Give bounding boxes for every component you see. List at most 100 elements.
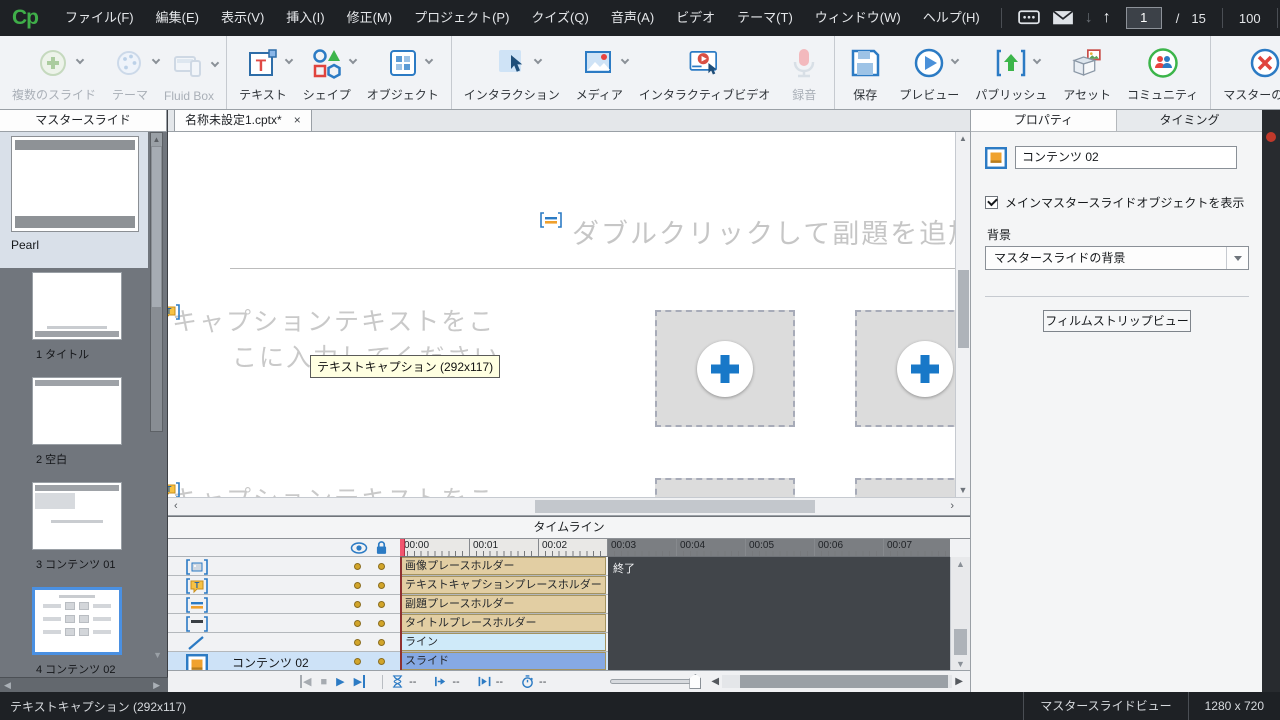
menu-item[interactable]: 挿入(I)	[275, 0, 335, 36]
tab-timing[interactable]: タイミング	[1116, 110, 1262, 131]
scroll-left-icon[interactable]: ‹	[174, 500, 178, 512]
lock-dot[interactable]	[378, 563, 385, 570]
mail-icon[interactable]	[1052, 9, 1074, 27]
publish-button[interactable]: パブリッシュ	[967, 36, 1055, 109]
chevron-down-icon[interactable]	[1033, 56, 1041, 64]
scroll-left-icon[interactable]: ◀	[4, 680, 11, 691]
menu-item[interactable]: プロジェクト(P)	[403, 0, 520, 36]
scrollbar-thumb[interactable]	[958, 270, 969, 348]
timeline-title[interactable]: タイムライン	[168, 517, 970, 539]
lock-dot[interactable]	[378, 582, 385, 589]
lock-dot[interactable]	[378, 639, 385, 646]
subtitle-placeholder[interactable]: ダブルクリックして副題を追加	[540, 212, 955, 251]
scroll-right-icon[interactable]: ▶	[153, 680, 160, 691]
scroll-up-icon[interactable]: ▲	[956, 132, 970, 146]
visibility-dot[interactable]	[354, 620, 361, 627]
visibility-eye-icon[interactable]	[350, 542, 368, 554]
slide-canvas[interactable]: ダブルクリックして副題を追加 T キャプションテキストをこ こに入力してください…	[168, 132, 955, 497]
visibility-dot[interactable]	[354, 601, 361, 608]
preview-button[interactable]: プレビュー	[891, 36, 967, 109]
visibility-dot[interactable]	[354, 582, 361, 589]
image-placeholder-box[interactable]	[655, 310, 795, 427]
upload-arrow-icon[interactable]: ↑	[1103, 9, 1111, 27]
menu-item[interactable]: 表示(V)	[210, 0, 275, 36]
timeline-vscrollbar[interactable]: ▲ ▼	[950, 557, 970, 671]
slide-thumbnail[interactable]	[32, 377, 122, 445]
exit-master-button[interactable]: マスターの終了	[1215, 36, 1280, 109]
menu-item[interactable]: テーマ(T)	[726, 0, 804, 36]
show-main-objects-row[interactable]: メインマスタースライドオブジェクトを表示	[985, 194, 1244, 211]
chevron-down-icon[interactable]	[348, 56, 356, 64]
background-dropdown[interactable]: マスタースライドの背景	[985, 246, 1249, 270]
caption-placeholder-partial[interactable]: T キャプションテキストをこ	[172, 480, 495, 497]
slide-thumbnail[interactable]	[32, 482, 122, 550]
menu-item[interactable]: 修正(M)	[336, 0, 404, 36]
download-arrow-icon[interactable]: ↓	[1085, 9, 1093, 27]
chevron-down-icon[interactable]	[533, 56, 541, 64]
timeline-object-bar[interactable]: スライド	[400, 652, 606, 670]
scroll-right-icon[interactable]: ›	[950, 500, 954, 512]
chevron-down-icon[interactable]	[424, 56, 432, 64]
play-range-counter[interactable]: --	[478, 675, 503, 688]
timeline-object-bar[interactable]: ライン	[400, 633, 606, 651]
scroll-up-icon[interactable]: ▲	[151, 133, 162, 146]
master-slide-thumbnail-item[interactable]: 1 タイトル	[0, 270, 168, 375]
media-button[interactable]: メディア	[568, 36, 631, 109]
scroll-down-icon[interactable]: ▼	[956, 485, 970, 495]
text-button[interactable]: Tテキスト	[231, 36, 295, 109]
menu-item[interactable]: ヘルプ(H)	[912, 0, 991, 36]
visibility-dot[interactable]	[354, 639, 361, 646]
timeline-object-bar[interactable]: テキストキャプションプレースホルダー	[400, 576, 606, 594]
zoom-slider[interactable]	[610, 679, 698, 684]
master-slide-thumbnail-item[interactable]: 3 コンテンツ 01	[0, 480, 168, 585]
slide-name-field[interactable]: コンテンツ 02	[1015, 146, 1237, 169]
menu-item[interactable]: 音声(A)	[600, 0, 665, 36]
add-plus-icon[interactable]	[697, 341, 753, 397]
subtitle-placeholder-text[interactable]: ダブルクリックして副題を追加	[572, 212, 955, 251]
scroll-down-icon[interactable]: ▼	[951, 659, 970, 669]
slider-knob[interactable]	[689, 674, 701, 689]
play-from-counter[interactable]: --	[434, 675, 459, 688]
lock-dot[interactable]	[378, 658, 385, 665]
canvas-vscrollbar[interactable]: ▲ ▼	[955, 132, 970, 497]
chevron-down-icon[interactable]	[621, 56, 629, 64]
review-icon[interactable]	[1018, 9, 1040, 27]
canvas-hscrollbar[interactable]: ‹ ›	[168, 497, 970, 516]
add-plus-icon[interactable]	[897, 341, 953, 397]
community-button[interactable]: コミュニティ	[1119, 36, 1206, 109]
caption-placeholder-line1[interactable]: キャプションテキストをこ	[172, 480, 495, 497]
visibility-dot[interactable]	[354, 658, 361, 665]
current-slide-field[interactable]: 1	[1126, 7, 1162, 29]
pearl-thumbnail[interactable]	[11, 136, 139, 232]
go-to-start-button[interactable]: ◀	[300, 675, 311, 688]
panel-indicator-icon[interactable]	[1266, 132, 1276, 142]
chevron-down-icon[interactable]	[951, 56, 959, 64]
stop-button[interactable]: ■	[320, 676, 327, 688]
playhead[interactable]	[400, 539, 405, 556]
scroll-right-icon[interactable]: ▶	[952, 676, 966, 687]
visibility-dot[interactable]	[354, 563, 361, 570]
timeline-hscrollbar[interactable]: ◀ ▶	[708, 674, 966, 689]
go-to-end-button[interactable]: ▶	[354, 675, 365, 688]
shapes-button[interactable]: シェイプ	[295, 36, 359, 109]
play-button[interactable]: ▶	[336, 675, 344, 688]
scroll-up-icon[interactable]: ▲	[951, 559, 970, 569]
zoom-level[interactable]: 100	[1239, 11, 1261, 26]
scrollbar-thumb[interactable]	[535, 500, 815, 513]
master-slide-pearl[interactable]: Pearl	[0, 132, 148, 268]
menu-item[interactable]: ウィンドウ(W)	[804, 0, 912, 36]
master-panel-hscrollbar[interactable]: ◀ ▶	[0, 677, 168, 692]
scroll-down-icon[interactable]: ▼	[153, 650, 162, 660]
lock-dot[interactable]	[378, 620, 385, 627]
image-placeholder-box[interactable]	[855, 310, 955, 427]
timeline-object-bar[interactable]: 画像プレースホルダー	[400, 557, 606, 575]
objects-button[interactable]: オブジェクト	[359, 36, 447, 109]
document-tab[interactable]: 名称未設定1.cptx* ×	[174, 110, 312, 131]
timeline-object-bar[interactable]: タイトルプレースホルダー	[400, 614, 606, 632]
master-slide-panel-tab[interactable]: マスタースライド	[0, 110, 167, 132]
timeline-ruler[interactable]: 00:0000:0100:0200:0300:0400:0500:0600:07	[400, 539, 950, 557]
checkbox-checked-icon[interactable]	[985, 196, 998, 209]
stopwatch-counter[interactable]: --	[521, 675, 546, 688]
lock-icon[interactable]	[376, 541, 387, 555]
view-mode-label[interactable]: マスタースライドビュー	[1023, 692, 1187, 720]
